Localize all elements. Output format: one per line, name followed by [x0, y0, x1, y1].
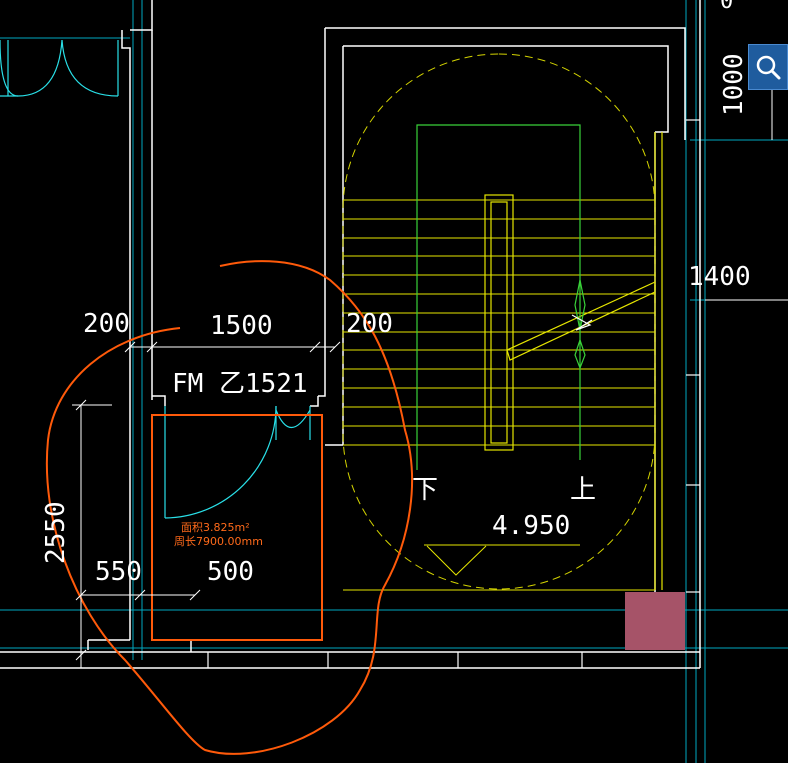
dimension-lines [72, 45, 788, 668]
search-icon [756, 55, 781, 80]
dim-small-right: 500 [207, 557, 254, 587]
stair-down-label: 下 [412, 475, 438, 505]
stair-up-label: 上 [570, 475, 596, 505]
search-button[interactable] [748, 44, 788, 90]
dim-left-wall: 200 [83, 309, 130, 339]
dim-right-wall: 200 [346, 309, 393, 339]
dim-top-right: 1000 [719, 53, 749, 116]
handrail [416, 124, 586, 470]
door-tag: FM 乙1521 [172, 369, 308, 399]
cad-drawing: 200 1500 200 2550 550 500 1400 1000 FM 乙… [0, 0, 788, 763]
dim-door-width: 1500 [210, 311, 273, 341]
color-swatch [625, 592, 685, 650]
dim-stair-right: 1400 [688, 262, 751, 292]
dim-small-left: 550 [95, 557, 142, 587]
perimeter-label: 周长7900.00mm [174, 535, 263, 548]
dimension-texts: 200 1500 200 2550 550 500 1400 1000 FM 乙… [41, 53, 751, 587]
elevation-label: 4.950 [492, 511, 570, 541]
partial-label-top: 0 [720, 0, 733, 14]
dim-height: 2550 [41, 501, 71, 564]
area-label: 面积3.825m² [181, 521, 250, 534]
